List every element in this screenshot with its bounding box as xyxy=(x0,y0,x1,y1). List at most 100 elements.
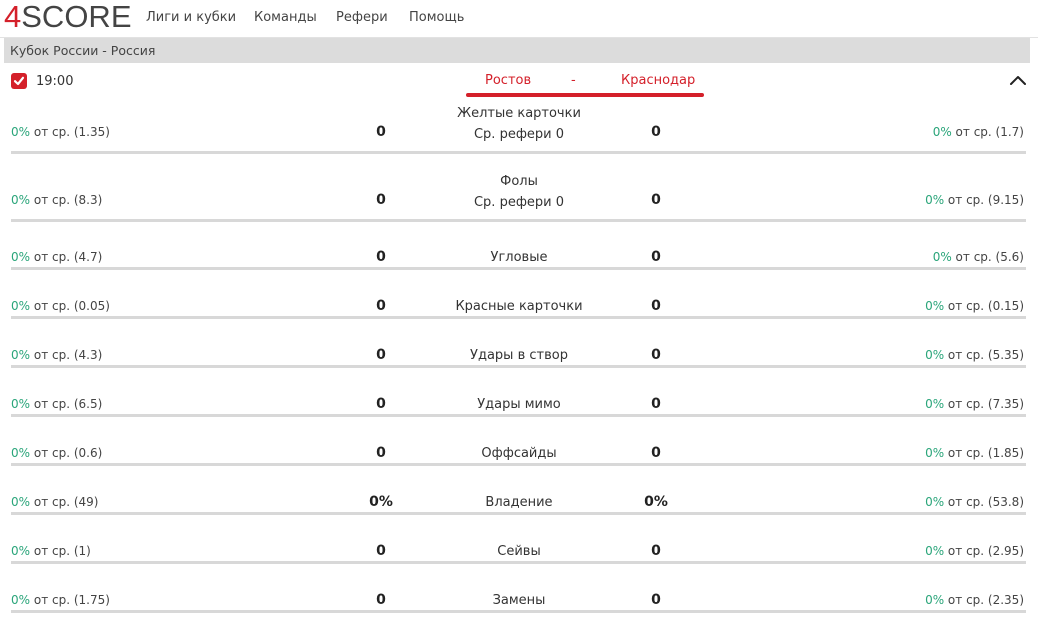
home-average: 0% от ср. (0.6) xyxy=(11,446,102,460)
home-percent: 0% xyxy=(11,250,31,264)
match-checkbox[interactable] xyxy=(11,73,27,89)
home-value: 0% xyxy=(369,494,393,510)
home-average-text: от ср. (8.3) xyxy=(30,193,103,207)
away-percent: 0% xyxy=(925,495,945,509)
home-average: 0% от ср. (8.3) xyxy=(11,193,102,207)
away-average-text: от ср. (1.7) xyxy=(951,125,1024,139)
stat-row: 0% от ср. (0.05) 0 Красные карточки 0 0% от … xyxy=(0,287,1038,320)
home-value: 0 xyxy=(376,124,386,140)
stat-row: 0% от ср. (8.3) 0 Фолы Ср. рефери 0 0 0% от с… xyxy=(0,171,1038,223)
home-average-text: от ср. (1.35) xyxy=(30,125,110,139)
stat-row: 0% от ср. (4.7) 0 Угловые 0 0% от ср. (5.6) xyxy=(0,238,1038,271)
stat-label-block: Замены xyxy=(409,590,629,611)
away-value: 0 xyxy=(651,249,661,265)
home-percent: 0% xyxy=(11,348,31,362)
match-row: 19:00 Ростов - Краснодар xyxy=(0,63,1038,100)
away-average: 0% от ср. (1.7) xyxy=(933,125,1024,139)
stat-label: Удары в створ xyxy=(470,348,568,363)
away-average-text: от ср. (1.85) xyxy=(944,446,1024,460)
stat-row: 0% от ср. (6.5) 0 Удары мимо 0 0% от ср. (7.… xyxy=(0,385,1038,418)
home-average-text: от ср. (4.7) xyxy=(30,250,103,264)
away-average-text: от ср. (9.15) xyxy=(944,193,1024,207)
home-percent: 0% xyxy=(11,593,31,607)
stat-label: Желтые карточки xyxy=(457,106,581,121)
away-average: 0% от ср. (2.35) xyxy=(925,593,1024,607)
away-percent: 0% xyxy=(925,299,945,313)
stat-label-block: Владение xyxy=(409,492,629,513)
collapse-chevron-up-icon[interactable] xyxy=(1008,71,1028,91)
stat-label: Сейвы xyxy=(497,544,541,559)
stat-row: 0% от ср. (1) 0 Сейвы 0 0% от ср. (2.95) xyxy=(0,532,1038,565)
away-value: 0 xyxy=(651,592,661,608)
away-average: 0% от ср. (2.95) xyxy=(925,544,1024,558)
home-average: 0% от ср. (0.05) xyxy=(11,299,110,313)
home-percent: 0% xyxy=(11,495,31,509)
stat-label: Замены xyxy=(492,593,546,608)
stat-referee-average: Ср. рефери 0 xyxy=(473,195,565,210)
away-average-text: от ср. (53.8) xyxy=(944,495,1024,509)
away-average: 0% от ср. (53.8) xyxy=(925,495,1024,509)
match-underline xyxy=(466,93,704,97)
away-team-link[interactable]: Краснодар xyxy=(621,73,695,88)
checkmark-icon xyxy=(13,76,25,86)
away-average: 0% от ср. (7.35) xyxy=(925,397,1024,411)
top-navigation: 4SCORE Лиги и кубки Команды Рефери Помощ… xyxy=(0,0,1038,38)
stat-label-block: Оффсайды xyxy=(409,443,629,464)
stat-divider-bar xyxy=(11,561,1026,564)
stat-divider-bar xyxy=(11,610,1026,613)
stat-divider-bar xyxy=(11,316,1026,319)
away-average: 0% от ср. (5.6) xyxy=(933,250,1024,264)
home-average: 0% от ср. (4.3) xyxy=(11,348,102,362)
away-value: 0 xyxy=(651,543,661,559)
stat-divider-bar xyxy=(11,414,1026,417)
nav-referees[interactable]: Рефери xyxy=(336,10,388,25)
home-average: 0% от ср. (4.7) xyxy=(11,250,102,264)
nav-teams[interactable]: Команды xyxy=(254,10,317,25)
away-percent: 0% xyxy=(925,544,945,558)
away-average-text: от ср. (0.15) xyxy=(944,299,1024,313)
away-value: 0 xyxy=(651,347,661,363)
away-average: 0% от ср. (5.35) xyxy=(925,348,1024,362)
home-value: 0 xyxy=(376,347,386,363)
home-average: 0% от ср. (1.35) xyxy=(11,125,110,139)
home-value: 0 xyxy=(376,249,386,265)
logo-digit: 4 xyxy=(4,0,22,34)
nav-help[interactable]: Помощь xyxy=(409,10,464,25)
away-value: 0% xyxy=(644,494,668,510)
away-percent: 0% xyxy=(925,397,945,411)
home-average: 0% от ср. (6.5) xyxy=(11,397,102,411)
site-logo[interactable]: 4SCORE xyxy=(4,0,132,34)
home-percent: 0% xyxy=(11,397,31,411)
away-average: 0% от ср. (9.15) xyxy=(925,193,1024,207)
stat-row: 0% от ср. (1.75) 0 Замены 0 0% от ср. (2.35) xyxy=(0,581,1038,614)
nav-leagues-and-cups[interactable]: Лиги и кубки xyxy=(146,10,236,25)
league-header: Кубок России - Россия xyxy=(4,38,1030,63)
home-average-text: от ср. (1.75) xyxy=(30,593,110,607)
away-value: 0 xyxy=(651,298,661,314)
home-team-link[interactable]: Ростов xyxy=(485,73,531,88)
home-average-text: от ср. (49) xyxy=(30,495,99,509)
stat-label-block: Угловые xyxy=(409,247,629,268)
away-average-text: от ср. (5.35) xyxy=(944,348,1024,362)
stat-divider-bar xyxy=(11,151,1026,154)
away-percent: 0% xyxy=(925,593,945,607)
away-value: 0 xyxy=(651,396,661,412)
stat-divider-bar xyxy=(11,267,1026,270)
stat-row: 0% от ср. (4.3) 0 Удары в створ 0 0% от ср. … xyxy=(0,336,1038,369)
home-value: 0 xyxy=(376,592,386,608)
away-percent: 0% xyxy=(932,250,952,264)
home-percent: 0% xyxy=(11,125,31,139)
stat-row: 0% от ср. (1.35) 0 Желтые карточки Ср. рефе… xyxy=(0,103,1038,155)
stat-divider-bar xyxy=(11,365,1026,368)
away-percent: 0% xyxy=(925,348,945,362)
team-separator: - xyxy=(571,73,576,88)
away-average: 0% от ср. (1.85) xyxy=(925,446,1024,460)
stat-row: 0% от ср. (49) 0% Владение 0% 0% от ср. (53.… xyxy=(0,483,1038,516)
match-time: 19:00 xyxy=(36,74,74,89)
away-percent: 0% xyxy=(925,446,945,460)
stat-label: Оффсайды xyxy=(481,446,557,461)
stat-label-block: Удары мимо xyxy=(409,394,629,415)
away-percent: 0% xyxy=(932,125,952,139)
stat-row: 0% от ср. (0.6) 0 Оффсайды 0 0% от ср. (1.85… xyxy=(0,434,1038,467)
home-average-text: от ср. (0.6) xyxy=(30,446,103,460)
